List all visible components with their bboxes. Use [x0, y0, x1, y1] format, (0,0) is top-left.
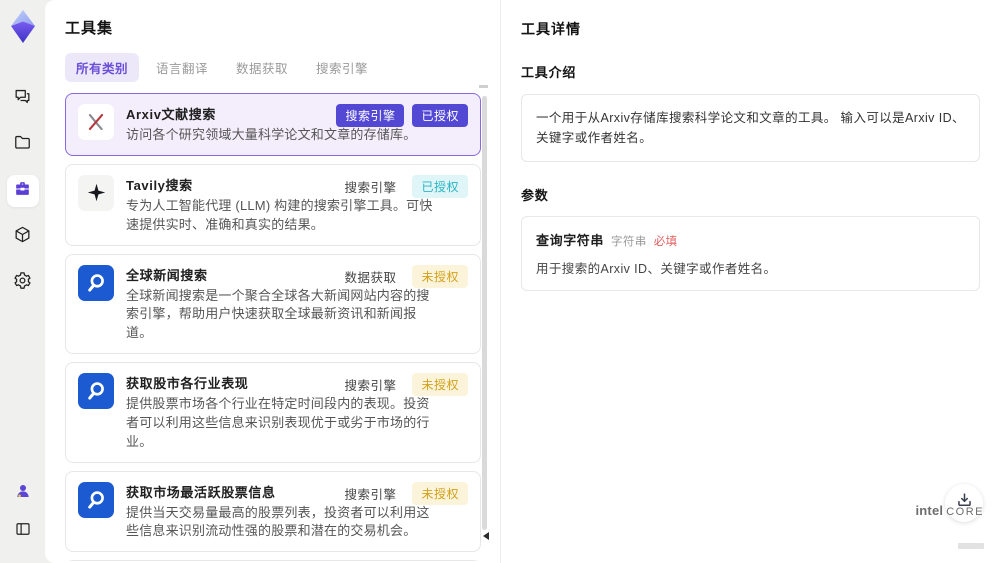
intro-heading: 工具介绍: [521, 65, 577, 80]
tool-badges: 搜索引擎 未授权: [344, 481, 468, 505]
search-blue-icon: [78, 373, 114, 410]
tool-card[interactable]: 全球新闻搜索 全球新闻搜索是一个聚合全球各大新闻网站内容的搜索引擎，帮助用户快速获…: [65, 253, 481, 355]
tool-badges: 数据获取 未授权: [344, 264, 468, 288]
param-name: 查询字符串: [536, 233, 605, 248]
category-label: 数据获取: [344, 270, 397, 285]
status-badge: 未授权: [412, 264, 468, 288]
category-tabs: 所有类别 语言翻译 数据获取 搜索引擎: [65, 53, 481, 82]
rail-items-top: [6, 83, 39, 313]
icon-rail: [0, 0, 45, 563]
panel-icon: [14, 520, 32, 543]
scrollbar-top-dash[interactable]: [479, 85, 488, 88]
rail-items-bottom: [7, 477, 39, 553]
tool-badges: 搜索引擎 未授权: [344, 373, 468, 397]
tool-card[interactable]: Arxiv文献搜索 访问各个研究领域大量科学论文和文章的存储库。 搜索引擎 已授权: [65, 93, 481, 156]
param-desc: 用于搜索的Arxiv ID、关键字或作者姓名。: [536, 262, 777, 276]
category-badge: 搜索引擎: [336, 104, 405, 127]
category-label: 搜索引擎: [344, 180, 397, 195]
sidebar-item-settings[interactable]: [7, 267, 39, 299]
chat-icon: [13, 87, 32, 111]
search-blue-icon: [78, 264, 114, 301]
category-label: 搜索引擎: [344, 379, 397, 394]
page-title: 工具集: [65, 20, 114, 37]
collapse-arrow-icon[interactable]: [483, 532, 489, 540]
tool-badges: 搜索引擎 已授权: [344, 174, 468, 198]
app-window: 工具集 所有类别 语言翻译 数据获取 搜索引擎 Arxiv文献搜索 访问各个研究领域大量…: [0, 0, 1000, 563]
tab-category-2[interactable]: 数据获取: [225, 53, 299, 82]
tool-desc: 访问各个研究领域大量科学论文和文章的存储库。: [126, 127, 417, 142]
brand-intel-text: intel: [915, 503, 944, 518]
tab-category-0[interactable]: 所有类别: [65, 53, 140, 82]
param-type: 字符串: [611, 236, 647, 248]
detail-title: 工具详情: [521, 21, 581, 37]
settings-icon: [13, 271, 32, 295]
tool-desc: 专为人工智能代理 (LLM) 构建的搜索引擎工具。可快速提供实时、准确和真实的结…: [126, 197, 433, 232]
tool-badges: 搜索引擎 已授权: [336, 104, 468, 127]
category-label: 搜索引擎: [344, 487, 397, 502]
params-heading: 参数: [521, 188, 549, 203]
tool-list-panel: 工具集 所有类别 语言翻译 数据获取 搜索引擎 Arxiv文献搜索 访问各个研究领域大量…: [45, 0, 500, 563]
tool-detail-panel: 工具详情 工具介绍 一个用于从Arxiv存储库搜索科学论文和文章的工具。 输入可…: [500, 0, 1000, 563]
sidebar-item-cube[interactable]: [7, 221, 39, 253]
sidebar-item-user[interactable]: [7, 477, 39, 509]
status-badge: 未授权: [412, 481, 468, 505]
intel-core-logo: intel core: [915, 503, 984, 554]
toolbox-icon: [13, 179, 32, 203]
scrollbar-thumb[interactable]: [482, 96, 487, 530]
tool-desc: 提供股票市场各个行业在特定时间段内的表现。投资者可以利用这些信息来识别表现优于或…: [126, 396, 430, 449]
app-logo-icon: [7, 9, 39, 45]
sidebar-item-panel[interactable]: [7, 515, 39, 547]
tab-category-1[interactable]: 语言翻译: [145, 53, 219, 82]
brand-sub-bar: [958, 543, 984, 549]
sidebar-item-toolbox[interactable]: [6, 175, 39, 207]
intro-box: 一个用于从Arxiv存储库搜索科学论文和文章的工具。 输入可以是Arxiv ID…: [521, 94, 980, 162]
sidebar-item-folder[interactable]: [7, 129, 39, 161]
arxiv-icon: [78, 104, 114, 140]
tool-list: Arxiv文献搜索 访问各个研究领域大量科学论文和文章的存储库。 搜索引擎 已授权 Ta…: [65, 93, 481, 561]
user-icon: [14, 482, 32, 505]
sidebar-item-chat[interactable]: [7, 83, 39, 115]
tool-card[interactable]: 获取股市各行业表现 提供股票市场各个行业在特定时间段内的表现。投资者可以利用这些信…: [65, 362, 481, 463]
status-badge: 已授权: [412, 104, 468, 127]
param-head: 查询字符串 字符串 必填: [536, 230, 965, 249]
brand-core-text: core: [946, 506, 984, 518]
tool-card[interactable]: 获取市场最活跃股票信息 提供当天交易量最高的股票列表，投资者可以利用这些信息来识别…: [65, 470, 481, 553]
cube-icon: [13, 225, 32, 249]
tab-category-3[interactable]: 搜索引擎: [305, 53, 379, 82]
tool-card[interactable]: 万维地区新闻查询查询具体行政区划内的新闻，快速了解各地新闻动搜索引擎未授权: [65, 560, 481, 561]
param-required-badge: 必填: [653, 236, 678, 248]
status-badge: 未授权: [412, 373, 468, 397]
search-blue-icon: [78, 481, 114, 518]
main-panel: 工具集 所有类别 语言翻译 数据获取 搜索引擎 Arxiv文献搜索 访问各个研究领域大量…: [45, 0, 1000, 563]
tavily-icon: [78, 174, 114, 211]
tool-desc: 全球新闻搜索是一个聚合全球各大新闻网站内容的搜索引擎，帮助用户快速获取全球最新资…: [126, 287, 430, 341]
status-badge: 已授权: [412, 174, 468, 198]
tool-card[interactable]: Tavily搜索 专为人工智能代理 (LLM) 构建的搜索引擎工具。可快速提供实时…: [65, 163, 481, 246]
param-box: 查询字符串 字符串 必填 用于搜索的Arxiv ID、关键字或作者姓名。: [521, 216, 980, 291]
tool-desc: 提供当天交易量最高的股票列表，投资者可以利用这些信息来识别流动性强的股票和潜在的…: [126, 504, 430, 539]
folder-icon: [13, 133, 32, 157]
